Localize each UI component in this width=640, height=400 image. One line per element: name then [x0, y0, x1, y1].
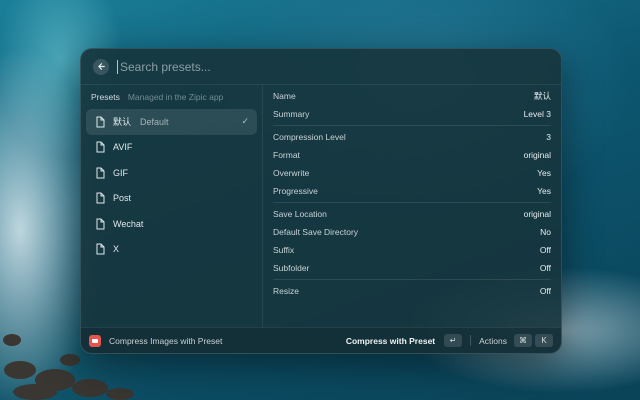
document-icon [96, 141, 105, 153]
compress-with-preset-button[interactable]: Compress with Preset [346, 336, 435, 346]
document-icon [96, 167, 105, 179]
preset-item-x[interactable]: X [86, 237, 257, 263]
detail-value: 默认 [533, 91, 551, 101]
preset-label: X [113, 244, 120, 255]
preset-label: 默认 [113, 117, 132, 128]
section-subtitle: Managed in the Zipic app [127, 92, 224, 102]
detail-key: Progressive [273, 186, 318, 196]
return-key-icon: ↵ [444, 334, 463, 347]
command-title: Compress Images with Preset [109, 335, 223, 346]
preset-item-wechat[interactable]: Wechat [86, 211, 257, 237]
checkmark-icon: ✓ [241, 116, 249, 127]
document-icon [96, 116, 105, 128]
detail-value: Off [539, 245, 551, 255]
detail-key: Compression Level [273, 132, 346, 142]
presets-list: Presets Managed in the Zipic app 默认 Defa… [81, 85, 263, 328]
preset-label: Wechat [113, 218, 144, 229]
detail-key: Save Location [273, 209, 327, 219]
preset-label: GIF [113, 167, 128, 178]
raycast-window: Presets Managed in the Zipic app 默认 Defa… [80, 48, 562, 354]
section-title: Presets [91, 92, 120, 102]
divider [470, 335, 472, 346]
detail-key: Subfolder [273, 263, 310, 273]
detail-value: Yes [537, 186, 551, 196]
detail-row-resize: Resize Off [273, 282, 551, 300]
detail-key: Format [273, 150, 300, 160]
search-input[interactable] [117, 59, 549, 74]
actions-button[interactable]: Actions [479, 336, 507, 346]
detail-key: Overwrite [273, 168, 310, 178]
detail-value: original [523, 150, 551, 160]
back-button[interactable] [93, 58, 109, 75]
detail-key: Suffix [273, 245, 295, 255]
presets-section-header: Presets Managed in the Zipic app [86, 85, 257, 109]
detail-row-compression-level: Compression Level 3 [273, 128, 551, 146]
preset-details: Name 默认 Summary Level 3 Compression Leve… [263, 85, 561, 328]
detail-key: Default Save Directory [273, 227, 359, 237]
detail-row-default-save-directory: Default Save Directory No [273, 223, 551, 241]
image-icon [92, 338, 98, 343]
divider [273, 202, 551, 203]
detail-value: original [523, 209, 551, 219]
detail-key: Summary [273, 109, 310, 119]
detail-value: Level 3 [523, 109, 551, 119]
detail-value: No [540, 227, 551, 237]
detail-row-overwrite: Overwrite Yes [273, 164, 551, 182]
detail-row-format: Format original [273, 146, 551, 164]
detail-row-summary: Summary Level 3 [273, 105, 551, 123]
preset-item-avif[interactable]: AVIF [86, 135, 257, 161]
detail-row-suffix: Suffix Off [273, 241, 551, 259]
detail-row-subfolder: Subfolder Off [273, 259, 551, 277]
document-icon [96, 218, 105, 230]
preset-item-post[interactable]: Post [86, 186, 257, 212]
divider [273, 125, 551, 126]
detail-value: 3 [546, 132, 551, 142]
detail-row-progressive: Progressive Yes [273, 182, 551, 200]
document-icon [96, 243, 105, 255]
detail-value: Off [539, 286, 551, 296]
action-bar: Compress Images with Preset Compress wit… [81, 327, 561, 353]
search-bar [81, 49, 561, 85]
arrow-left-icon [97, 63, 105, 70]
detail-row-name: Name 默认 [273, 87, 551, 105]
k-key-icon: K [535, 334, 553, 347]
preset-label: AVIF [113, 142, 133, 153]
detail-value: Yes [537, 168, 551, 178]
detail-row-save-location: Save Location original [273, 205, 551, 223]
document-icon [96, 192, 105, 204]
preset-item-gif[interactable]: GIF [86, 160, 257, 186]
preset-label: Post [113, 193, 132, 204]
detail-key: Resize [273, 286, 299, 296]
divider [273, 279, 551, 280]
preset-item-default[interactable]: 默认 Default ✓ [86, 109, 257, 135]
zipic-app-icon [89, 334, 101, 347]
detail-key: Name [273, 91, 296, 101]
command-key-icon: ⌘ [514, 334, 532, 347]
preset-alias: Default [140, 116, 169, 127]
detail-value: Off [539, 263, 551, 273]
